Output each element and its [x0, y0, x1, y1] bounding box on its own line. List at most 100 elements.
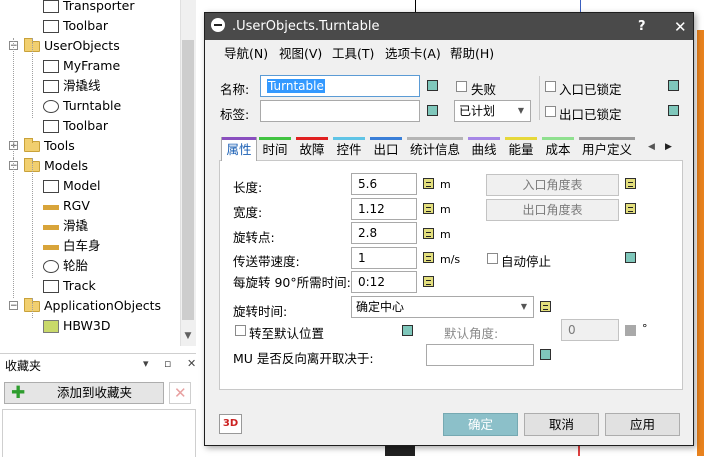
dialog-title: .UserObjects.Turntable: [232, 19, 380, 34]
help-button[interactable]: ?: [638, 19, 646, 34]
canvas-line: [697, 30, 704, 456]
tree-item---12[interactable]: 白车身: [0, 236, 180, 256]
tree-guide-line: [13, 158, 14, 298]
tree-guide-line: [32, 158, 33, 278]
pivot-formula-toggle[interactable]: [423, 228, 434, 239]
tab-times[interactable]: 时间: [259, 137, 291, 160]
pivot-label: 旋转点:: [233, 230, 275, 245]
tree-item-applicationobjects-15[interactable]: − ApplicationObjects: [0, 296, 180, 316]
planned-select[interactable]: 已计划 ▼: [454, 100, 531, 122]
failed-checkbox[interactable]: [456, 81, 467, 92]
tab-curves[interactable]: 曲线: [468, 137, 500, 160]
default-angle-formula-toggle[interactable]: [625, 325, 636, 336]
tree-item-model-9[interactable]: Model: [0, 176, 180, 196]
tree-item---4[interactable]: 滑撬线: [0, 76, 180, 96]
remove-favorite-button[interactable]: ✕: [169, 382, 191, 404]
apply-button[interactable]: 应用: [605, 413, 680, 436]
mu-reverse-field[interactable]: [426, 344, 534, 366]
menu-help[interactable]: 帮助(H): [450, 43, 494, 62]
tree-item-hbw3d-16[interactable]: HBW3D: [0, 316, 180, 336]
tab-exit[interactable]: 出口: [370, 137, 402, 160]
tab-failures[interactable]: 故障: [296, 137, 328, 160]
mu-reverse-inherit-toggle[interactable]: [540, 349, 551, 360]
tree-item-toolbar-6[interactable]: Toolbar: [0, 116, 180, 136]
model-icon: [43, 180, 59, 193]
turntable-icon: [43, 100, 59, 113]
favorites-window-controls[interactable]: ▾ ▫ ✕: [143, 357, 202, 370]
tree-item-track-14[interactable]: Track: [0, 276, 180, 296]
tree-item-rgv-10[interactable]: RGV: [0, 196, 180, 216]
tag-field[interactable]: [260, 100, 420, 122]
length-formula-toggle[interactable]: [423, 178, 434, 189]
tree-item-label: MyFrame: [63, 58, 121, 73]
auto-stop-checkbox[interactable]: [487, 253, 498, 264]
name-inherit-toggle[interactable]: [427, 80, 438, 91]
menu-navigate[interactable]: 导航(N): [224, 43, 268, 62]
exit-angle-table-toggle[interactable]: [625, 203, 636, 214]
tree-item-tools-7[interactable]: + Tools: [0, 136, 180, 156]
tab-scroll-left-icon[interactable]: ◀: [648, 142, 655, 152]
exit-locked-inherit-toggle[interactable]: [668, 105, 679, 116]
width-field[interactable]: 1.12: [351, 198, 417, 220]
close-button[interactable]: ✕: [674, 18, 687, 36]
default-angle-field[interactable]: 0: [561, 319, 619, 341]
tab-energy[interactable]: 能量: [505, 137, 537, 160]
turntable-icon: [211, 18, 225, 32]
entry-locked-checkbox[interactable]: [545, 81, 556, 92]
tree-item-label: Toolbar: [63, 118, 109, 133]
length-field[interactable]: 5.6: [351, 173, 417, 195]
exit-locked-checkbox[interactable]: [545, 106, 556, 117]
tree-item-userobjects-2[interactable]: − UserObjects: [0, 36, 180, 56]
class-library-tree: Transporter Toolbar − UserObjects MyFrame 滑撬线…: [0, 0, 181, 346]
tab-cost[interactable]: 成本: [542, 137, 574, 160]
menu-tools[interactable]: 工具(T): [332, 43, 374, 62]
cancel-button[interactable]: 取消: [524, 413, 599, 436]
rotation-time-formula-toggle[interactable]: [540, 301, 551, 312]
tab-statistics[interactable]: 统计信息: [407, 137, 463, 160]
tree-item-myframe-3[interactable]: MyFrame: [0, 56, 180, 76]
rotation-time-value: 确定中心: [356, 300, 405, 314]
tree-item-label: UserObjects: [44, 38, 120, 53]
add-to-favorites-button[interactable]: ✚ 添加到收藏夹: [4, 382, 164, 404]
entry-angle-table-toggle[interactable]: [625, 178, 636, 189]
3d-button[interactable]: 3D: [219, 414, 242, 434]
width-formula-toggle[interactable]: [423, 203, 434, 214]
to-default-inherit-toggle[interactable]: [402, 325, 413, 336]
skid-icon: [43, 225, 59, 230]
tree-item-turntable-5[interactable]: Turntable: [0, 96, 180, 116]
tree-item---13[interactable]: 轮胎: [0, 256, 180, 276]
tree-item-toolbar-1[interactable]: Toolbar: [0, 16, 180, 36]
rotate-time-field[interactable]: 0:12: [351, 271, 417, 293]
name-field[interactable]: Turntable: [260, 75, 420, 97]
scroll-down-icon[interactable]: ▼: [180, 328, 196, 344]
separator: [539, 76, 540, 120]
tree-item-label: 滑撬: [63, 218, 89, 233]
conveyor-speed-formula-toggle[interactable]: [423, 252, 434, 263]
ok-button[interactable]: 确定: [443, 413, 518, 436]
auto-stop-inherit-toggle[interactable]: [625, 252, 636, 263]
tree-scrollbar-thumb[interactable]: [182, 40, 194, 320]
tree-item-models-8[interactable]: − Models: [0, 156, 180, 176]
tab-attributes[interactable]: 属性: [222, 137, 256, 160]
rotate-time-label: 每旋转 90°所需时间:: [233, 275, 351, 290]
exit-angle-table-button[interactable]: 出口角度表: [486, 199, 619, 221]
tree-item-transporter-0[interactable]: Transporter: [0, 0, 180, 16]
favorites-list: [2, 409, 196, 457]
entry-locked-inherit-toggle[interactable]: [668, 80, 679, 91]
conveyor-speed-field[interactable]: 1: [351, 247, 417, 269]
tree-item---11[interactable]: 滑撬: [0, 216, 180, 236]
tab-controls[interactable]: 控件: [333, 137, 365, 160]
menu-tabs[interactable]: 选项卡(A): [385, 43, 441, 62]
entry-angle-table-button[interactable]: 入口角度表: [486, 174, 619, 196]
pivot-field[interactable]: 2.8: [351, 222, 417, 244]
to-default-checkbox[interactable]: [235, 325, 246, 336]
collapse-icon[interactable]: −: [9, 301, 18, 311]
tag-inherit-toggle[interactable]: [427, 105, 438, 116]
rotation-time-select[interactable]: 确定中心 ▼: [351, 296, 534, 318]
tab-scroll-right-icon[interactable]: ▶: [665, 142, 672, 152]
rotate-time-formula-toggle[interactable]: [423, 276, 434, 287]
rgv-icon: [43, 205, 59, 210]
pivot-unit: m: [440, 228, 451, 241]
tab-user-defined[interactable]: 用户定义: [579, 137, 635, 160]
menu-view[interactable]: 视图(V): [279, 43, 322, 62]
